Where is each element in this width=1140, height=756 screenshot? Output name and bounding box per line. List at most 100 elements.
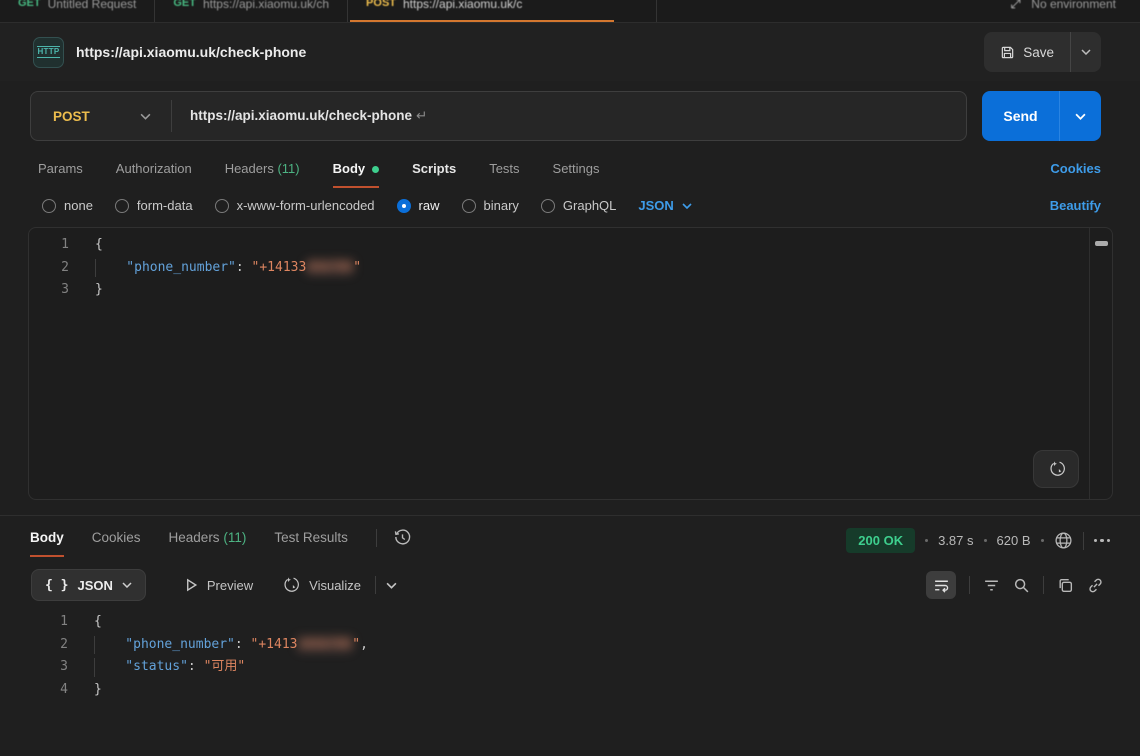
visualize-label: Visualize (309, 578, 361, 593)
response-time[interactable]: 3.87 s (938, 533, 973, 548)
wrap-text-toggle[interactable] (926, 571, 956, 599)
line-number: 1 (28, 611, 68, 634)
request-tab-1[interactable]: GET Untitled Request (0, 0, 154, 23)
response-format-dropdown[interactable]: { } JSON (31, 569, 146, 601)
radio-label: x-www-form-urlencoded (237, 198, 375, 213)
more-actions-icon[interactable] (1094, 539, 1111, 543)
tab-authorization[interactable]: Authorization (116, 155, 192, 188)
tab-tests[interactable]: Tests (489, 155, 519, 188)
method-value: POST (53, 109, 90, 124)
tab-settings[interactable]: Settings (553, 155, 600, 188)
method-selector[interactable]: POST (31, 92, 171, 140)
url-row: POST https://api.xiaomu.uk/check-phone↵ … (30, 91, 1101, 141)
format-value: JSON (77, 578, 112, 593)
tab-title: Untitled Request (48, 0, 137, 11)
beautify-link[interactable]: Beautify (1050, 198, 1101, 213)
code-line: 2 "phone_number": "+14133456789", (28, 634, 1140, 657)
line-number: 4 (28, 679, 68, 702)
response-history-icon[interactable] (393, 528, 412, 547)
radio-none[interactable]: none (42, 198, 93, 213)
copy-icon[interactable] (1057, 577, 1074, 594)
visualize-options-chevron[interactable] (386, 582, 397, 589)
link-icon[interactable] (1087, 577, 1104, 594)
preview-label: Preview (207, 578, 253, 593)
body-modified-dot (372, 166, 379, 173)
body-type-row: none form-data x-www-form-urlencoded raw… (42, 198, 1101, 213)
separator-dot (925, 539, 928, 542)
toolbar-divider (1083, 532, 1084, 550)
raw-language-dropdown[interactable]: JSON (638, 198, 691, 213)
radio-circle (541, 199, 555, 213)
radio-binary[interactable]: binary (462, 198, 519, 213)
filter-icon[interactable] (983, 577, 1000, 594)
request-body-editor[interactable]: 1 { 2 "phone_number": "+14133456789" 3 } (28, 227, 1113, 500)
visualize-button[interactable]: Visualize (281, 576, 361, 595)
response-size[interactable]: 620 B (997, 533, 1031, 548)
send-split-button: Send (982, 91, 1101, 141)
radio-circle (115, 199, 129, 213)
response-tab-test-results[interactable]: Test Results (274, 524, 348, 557)
response-tab-headers[interactable]: Headers (11) (169, 524, 247, 557)
radio-form-data[interactable]: form-data (115, 198, 193, 213)
preview-button[interactable]: Preview (185, 578, 253, 593)
request-tab-2[interactable]: GET https://api.xiaomu.uk/ch (155, 0, 347, 23)
globe-network-icon[interactable] (1054, 531, 1073, 550)
toolbar-divider (969, 576, 970, 594)
environment-selector[interactable]: No environment (985, 0, 1140, 14)
request-tabs: Params Authorization Headers (11) Body S… (38, 155, 1101, 188)
indent-guide (95, 259, 96, 278)
radio-raw-selected[interactable]: raw (397, 198, 440, 213)
request-header: HTTP https://api.xiaomu.uk/check-phone S… (0, 23, 1140, 81)
radio-circle (462, 199, 476, 213)
sparkle-circle-icon (281, 576, 300, 595)
response-tab-body[interactable]: Body (30, 524, 64, 557)
scrollbar-handle[interactable] (1095, 241, 1108, 246)
response-body-viewer[interactable]: 1 { 2 "phone_number": "+14133456789", 3 … (28, 611, 1140, 701)
cookies-link[interactable]: Cookies (1050, 161, 1101, 182)
return-glyph: ↵ (416, 108, 427, 123)
toolbar-divider (376, 529, 377, 547)
search-icon[interactable] (1013, 577, 1030, 594)
radio-graphql[interactable]: GraphQL (541, 198, 616, 213)
save-options-button[interactable] (1070, 32, 1101, 72)
line-number: 3 (28, 656, 68, 679)
sparkle-circle-icon (1047, 460, 1066, 479)
toolbar-divider (1043, 576, 1044, 594)
editor-scrollbar[interactable] (1089, 228, 1112, 499)
tab-body[interactable]: Body (333, 155, 380, 188)
indent-guide (94, 658, 95, 677)
tab-params[interactable]: Params (38, 155, 83, 188)
url-input[interactable]: https://api.xiaomu.uk/check-phone ↵ (172, 108, 427, 124)
radio-urlencoded[interactable]: x-www-form-urlencoded (215, 198, 375, 213)
save-button[interactable]: Save (984, 32, 1070, 72)
send-button[interactable]: Send (982, 91, 1059, 141)
radio-circle-selected (397, 199, 411, 213)
redacted-phone-digits: 3456789 (298, 637, 353, 652)
url-value: https://api.xiaomu.uk/check-phone (190, 108, 412, 123)
radio-label: raw (419, 198, 440, 213)
radio-label: GraphQL (563, 198, 616, 213)
tab-title: https://api.xiaomu.uk/c (403, 0, 522, 11)
tab-scripts[interactable]: Scripts (412, 155, 456, 188)
redacted-phone-digits: 456789 (306, 260, 353, 275)
language-value: JSON (638, 198, 673, 213)
request-tab-3-active[interactable]: POST https://api.xiaomu.uk/c (348, 0, 616, 23)
send-options-button[interactable] (1059, 91, 1101, 141)
chevron-down-icon (140, 113, 151, 120)
line-number: 3 (29, 279, 69, 302)
status-badge[interactable]: 200 OK (846, 528, 915, 553)
headers-count-badge: (11) (277, 161, 299, 176)
chevron-down-icon (1075, 113, 1086, 120)
postbot-ai-button[interactable] (1033, 450, 1079, 488)
chevron-down-icon (122, 582, 132, 588)
environment-icon (1009, 0, 1023, 11)
toolbar-divider (375, 576, 376, 594)
tab-headers[interactable]: Headers (11) (225, 155, 300, 188)
code-line: 4 } (28, 679, 1140, 702)
response-toolbar: { } JSON Preview Visualize (31, 569, 1104, 601)
save-split-button: Save (984, 32, 1101, 72)
response-tab-cookies[interactable]: Cookies (92, 524, 141, 557)
radio-label: form-data (137, 198, 193, 213)
code-line: 1 { (28, 611, 1140, 634)
environment-label: No environment (1031, 0, 1116, 11)
